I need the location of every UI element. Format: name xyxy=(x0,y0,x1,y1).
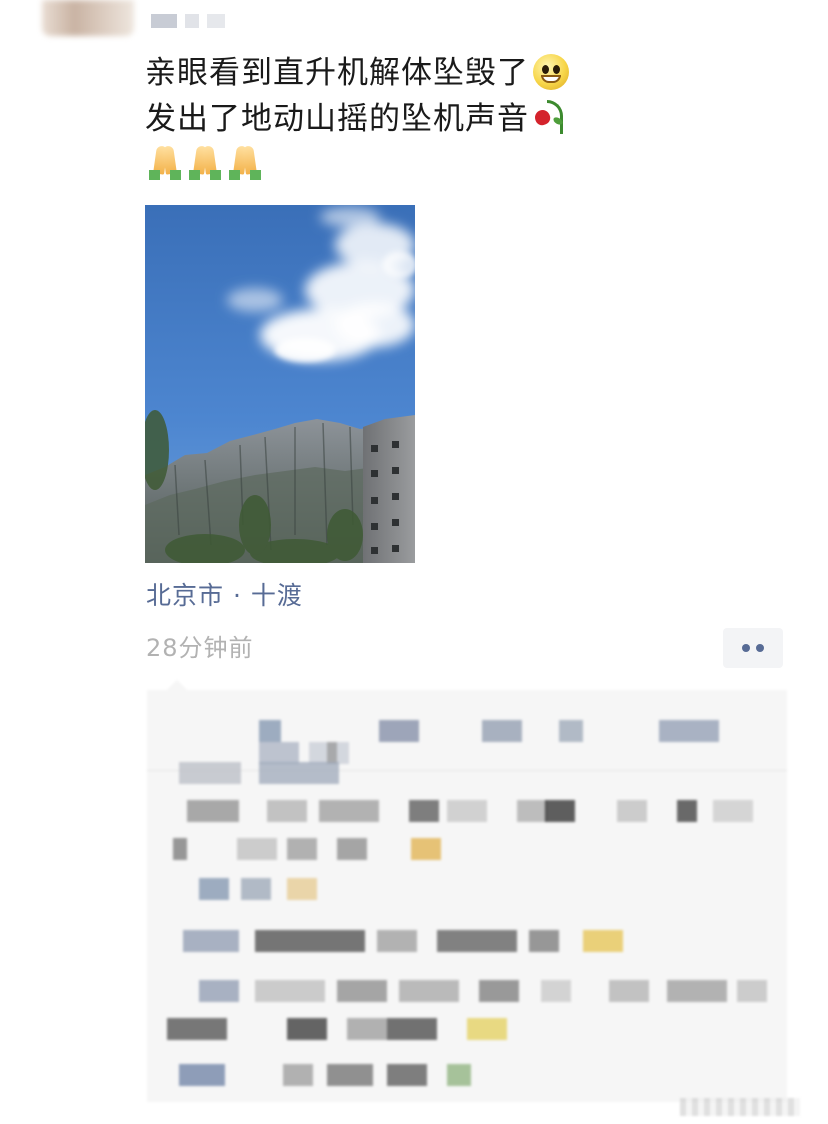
post-line-1-text: 亲眼看到直升机解体坠毁了 xyxy=(145,55,529,91)
post-line-2: 发出了地动山摇的坠机声音 xyxy=(145,96,785,142)
more-dots-icon xyxy=(756,644,764,652)
moments-post: 亲眼看到直升机解体坠毁了 发出了地动山摇的坠机声音 北京市 · 十渡 28分钟前 xyxy=(0,0,828,1124)
pray-emoji-row xyxy=(145,145,265,182)
pray-icon xyxy=(225,145,263,180)
more-dots-icon xyxy=(742,644,750,652)
pixelated-comments xyxy=(147,690,787,1102)
pray-icon xyxy=(145,145,183,180)
grin-icon xyxy=(533,53,569,90)
comments-panel-redacted xyxy=(147,680,787,1102)
post-text: 亲眼看到直升机解体坠毁了 发出了地动山摇的坠机声音 xyxy=(145,50,785,142)
more-button[interactable] xyxy=(723,628,783,668)
user-name-redacted[interactable] xyxy=(145,10,255,32)
post-line-2-text: 发出了地动山摇的坠机声音 xyxy=(145,101,529,137)
post-line-1: 亲眼看到直升机解体坠毁了 xyxy=(145,50,785,96)
post-timestamp: 28分钟前 xyxy=(146,634,254,662)
watermark xyxy=(680,1098,800,1116)
avatar[interactable] xyxy=(42,0,134,36)
wilted-rose-icon xyxy=(531,98,567,136)
location-link[interactable]: 北京市 · 十渡 xyxy=(146,578,303,614)
pray-icon xyxy=(185,145,223,180)
post-photo[interactable] xyxy=(145,205,415,563)
